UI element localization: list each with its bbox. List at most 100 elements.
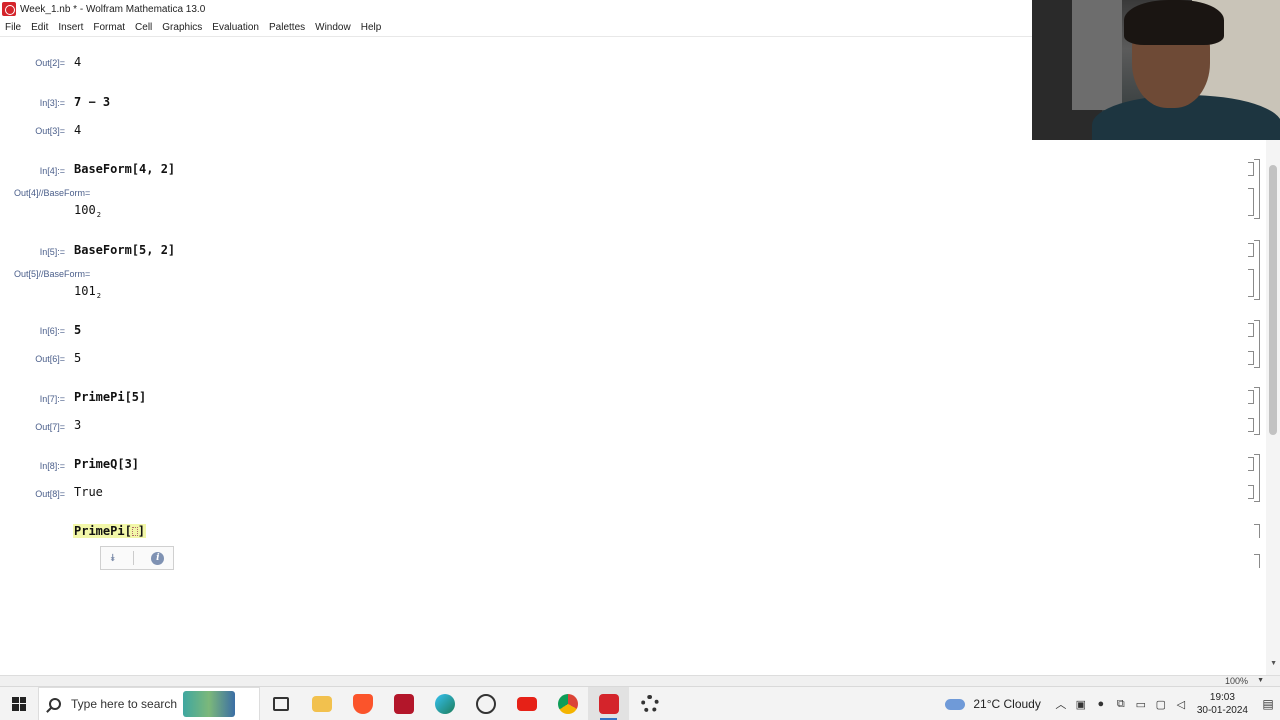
webcam-overlay — [1032, 0, 1280, 140]
info-icon[interactable]: i — [151, 551, 165, 565]
out7-label: Out[7]= — [35, 422, 65, 432]
status-bar — [0, 675, 1280, 686]
in4-input[interactable]: BaseForm[4, 2] — [74, 162, 175, 176]
search-icon — [49, 697, 61, 710]
mathematica-icon — [598, 693, 619, 714]
mathematica-window: Week_1.nb * - Wolfram Mathematica 13.0 F… — [0, 0, 1280, 720]
cell-bracket-insertion[interactable] — [1254, 554, 1260, 568]
clock-time: 19:03 — [1209, 692, 1235, 703]
settings-button[interactable] — [629, 687, 670, 720]
red-app-icon — [393, 693, 414, 714]
out4-digits: 100 — [74, 203, 96, 217]
search-highlight-icon — [183, 690, 236, 717]
search-placeholder: Type here to search — [71, 696, 178, 711]
zoom-level[interactable]: 100% — [1225, 676, 1248, 686]
out5-label: Out[5]//BaseForm= — [14, 269, 91, 279]
out7-value[interactable]: 3 — [74, 418, 81, 432]
chrome-icon — [557, 693, 578, 714]
window-title: Week_1.nb * - Wolfram Mathematica 13.0 — [20, 3, 206, 15]
cloud-icon — [945, 698, 966, 710]
edge-button[interactable] — [424, 687, 465, 720]
menu-graphics[interactable]: Graphics — [157, 22, 207, 33]
network-icon[interactable]: ▢ — [1151, 698, 1171, 711]
webcam-person-hair — [1124, 0, 1224, 45]
app-red-button[interactable] — [383, 687, 424, 720]
out4-label: Out[4]//BaseForm= — [14, 188, 91, 198]
in8-label: In[8]:= — [39, 461, 65, 471]
brave-icon — [352, 693, 373, 714]
out3-label: Out[3]= — [35, 126, 65, 136]
folder-icon — [311, 695, 332, 712]
menu-bar: File Edit Insert Format Cell Graphics Ev… — [0, 19, 386, 36]
out3-value[interactable]: 4 — [74, 123, 81, 137]
zoom-dropdown-icon[interactable]: ▼ — [1257, 677, 1264, 684]
task-view-button[interactable] — [260, 687, 301, 720]
system-tray: 21°C Cloudy ︿ ▣ ● ⧉ ▭ ▢ ◁ 19:03 30-01-20… — [945, 687, 1280, 720]
mathematica-taskbar-button[interactable] — [588, 686, 629, 720]
windows-taskbar: Type here to search 21°C Cloudy ︿ ▣ ● ⧉ … — [0, 686, 1280, 720]
group-bracket-8[interactable] — [1254, 454, 1260, 502]
menu-palettes[interactable]: Palettes — [264, 22, 310, 33]
menu-format[interactable]: Format — [88, 22, 130, 33]
notification-icon[interactable]: ▤ — [1256, 687, 1280, 720]
edge-icon — [434, 693, 455, 714]
out6-label: Out[6]= — [35, 354, 65, 364]
start-button[interactable] — [0, 687, 38, 720]
menu-cell[interactable]: Cell — [130, 22, 157, 33]
menu-edit[interactable]: Edit — [26, 22, 53, 33]
cell-bracket-current[interactable] — [1254, 524, 1260, 538]
group-bracket-5[interactable] — [1254, 240, 1260, 300]
out5-base: 2 — [96, 292, 101, 300]
chrome-button[interactable] — [547, 687, 588, 720]
system-clock[interactable]: 19:03 30-01-2024 — [1197, 691, 1248, 717]
gear-icon — [640, 694, 659, 713]
menu-insert[interactable]: Insert — [53, 22, 88, 33]
in3-input[interactable]: 7 − 3 — [74, 95, 110, 109]
taskbar-search[interactable]: Type here to search — [38, 686, 260, 720]
battery-icon[interactable]: ▭ — [1131, 698, 1151, 711]
current-input-head: PrimePi[ — [74, 524, 132, 538]
volume-icon[interactable]: ◁ — [1171, 698, 1191, 711]
file-explorer-button[interactable] — [301, 687, 342, 720]
group-bracket-4[interactable] — [1254, 159, 1260, 219]
recorder-button[interactable] — [465, 687, 506, 720]
out4-base: 2 — [96, 211, 101, 219]
in5-label: In[5]:= — [39, 247, 65, 257]
out4-value[interactable]: 1002 — [74, 203, 101, 219]
in7-label: In[7]:= — [39, 394, 65, 404]
capture-tray-icon[interactable]: ⧉ — [1111, 698, 1131, 711]
out5-digits: 101 — [74, 284, 96, 298]
weather-widget[interactable]: 21°C Cloudy — [945, 697, 1041, 711]
out2-value[interactable]: 4 — [74, 55, 81, 69]
menu-help[interactable]: Help — [356, 22, 387, 33]
autocomplete-helper: ⯯ i — [100, 546, 174, 570]
menu-window[interactable]: Window — [310, 22, 356, 33]
in7-input[interactable]: PrimePi[5] — [74, 390, 146, 404]
microphone-icon[interactable]: ● — [1091, 698, 1111, 710]
camera-tray-icon[interactable]: ▣ — [1071, 698, 1091, 711]
out2-label: Out[2]= — [35, 58, 65, 68]
youtube-icon — [516, 696, 537, 711]
helper-divider — [132, 551, 134, 565]
out8-value[interactable]: True — [74, 485, 103, 499]
current-input[interactable]: PrimePi[] — [73, 524, 147, 538]
out6-value[interactable]: 5 — [74, 351, 81, 365]
in8-input[interactable]: PrimeQ[3] — [74, 457, 139, 471]
task-view-icon — [272, 696, 289, 711]
in5-input[interactable]: BaseForm[5, 2] — [74, 243, 175, 257]
out5-value[interactable]: 1012 — [74, 284, 101, 300]
expand-chevron-icon[interactable]: ⯯ — [110, 553, 116, 564]
scroll-down-icon[interactable]: ▼ — [1270, 660, 1277, 667]
scrollbar-thumb[interactable] — [1269, 165, 1277, 435]
recorder-icon — [475, 693, 496, 714]
out8-label: Out[8]= — [35, 489, 65, 499]
brave-button[interactable] — [342, 687, 383, 720]
group-bracket-7[interactable] — [1254, 387, 1260, 435]
youtube-button[interactable] — [506, 687, 547, 720]
show-hidden-icons-chevron-icon[interactable]: ︿ — [1051, 696, 1071, 712]
menu-file[interactable]: File — [0, 22, 26, 33]
menu-evaluation[interactable]: Evaluation — [207, 22, 264, 33]
windows-logo-icon — [12, 696, 26, 711]
group-bracket-6[interactable] — [1254, 320, 1260, 368]
in6-input[interactable]: 5 — [74, 323, 81, 337]
